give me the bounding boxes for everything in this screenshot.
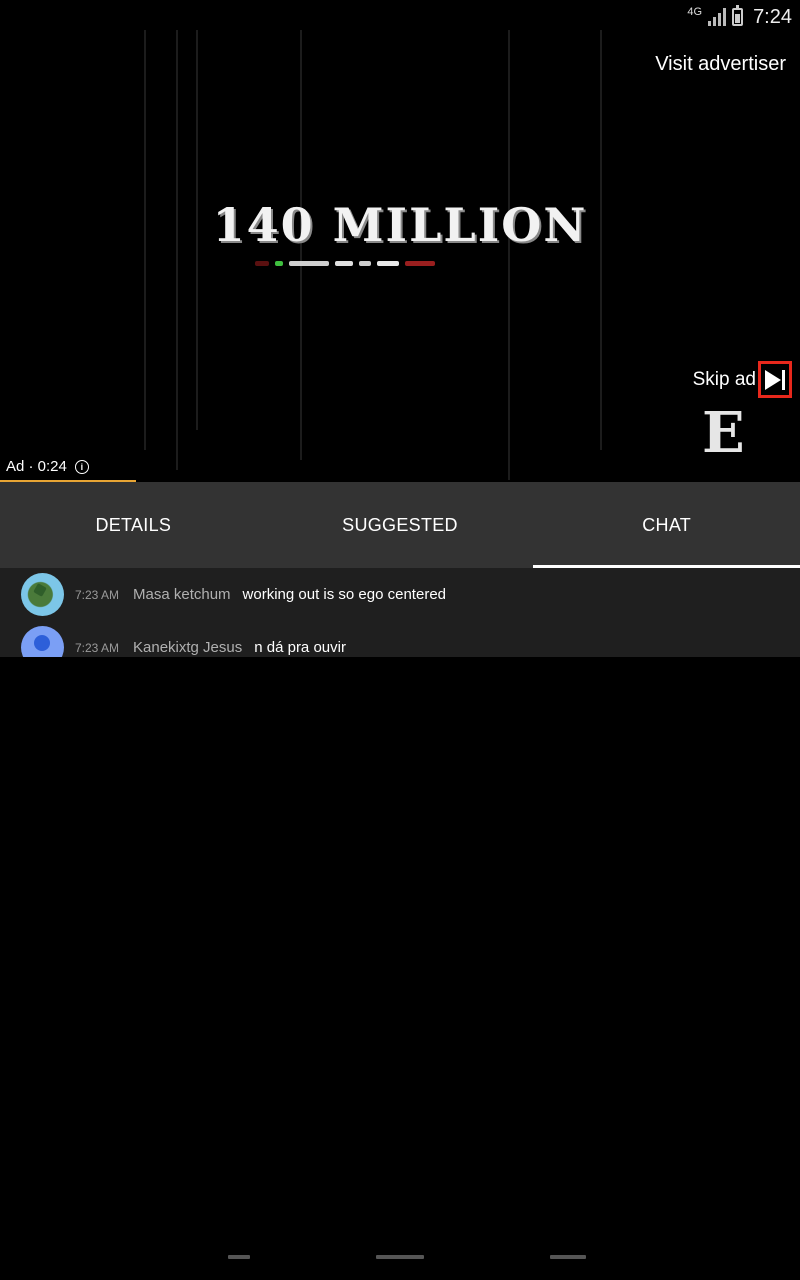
avatar[interactable] [21,573,64,616]
tab-bar: DETAILS SUGGESTED CHAT [0,482,800,568]
ad-countdown-text: Ad · 0:24 [6,458,67,475]
signal-icon [708,8,727,26]
glitch-artifact [255,255,540,271]
skip-ad-label: Skip ad [692,368,756,390]
skip-next-icon [765,369,785,390]
screen: 140 MILLION Visit advertiser Skip ad E A… [0,0,800,1280]
back-nav-button[interactable] [228,1255,250,1259]
tab-suggested[interactable]: SUGGESTED [267,482,534,568]
ad-headline: 140 MILLION [212,198,588,252]
skip-ad-icon-box[interactable] [758,361,792,398]
chat-text: working out is so ego centered [242,586,446,603]
status-bar: 4G 7:24 [0,0,800,34]
chat-text: n dá pra ouvir [254,639,346,656]
chat-author[interactable]: Kanekixtg Jesus [133,639,242,656]
info-icon[interactable]: i [74,459,89,474]
status-clock: 7:24 [753,5,792,28]
home-nav-button[interactable] [376,1255,424,1259]
e-network-logo: E [702,400,745,466]
avatar[interactable] [21,626,64,657]
chat-list[interactable]: 7:23 AM Masa ketchum working out is so e… [0,568,800,657]
chat-time: 7:23 AM [75,587,120,602]
tab-details[interactable]: DETAILS [0,482,267,568]
ad-countdown: Ad · 0:24 i [6,458,89,475]
chat-message: 7:23 AM Masa ketchum working out is so e… [0,568,800,621]
chat-author[interactable]: Masa ketchum [133,586,231,603]
skip-ad-button[interactable]: Skip ad [693,361,792,398]
recents-nav-button[interactable] [550,1255,586,1259]
visit-advertiser-link[interactable]: Visit advertiser [655,53,786,76]
network-type: 4G [687,6,703,18]
battery-icon [732,5,744,26]
tab-chat[interactable]: CHAT [533,482,800,568]
video-player[interactable]: 140 MILLION Visit advertiser Skip ad E A… [0,0,800,482]
chat-time: 7:23 AM [75,640,120,655]
chat-message: 7:23 AM Kanekixtg Jesus n dá pra ouvir [0,621,800,657]
